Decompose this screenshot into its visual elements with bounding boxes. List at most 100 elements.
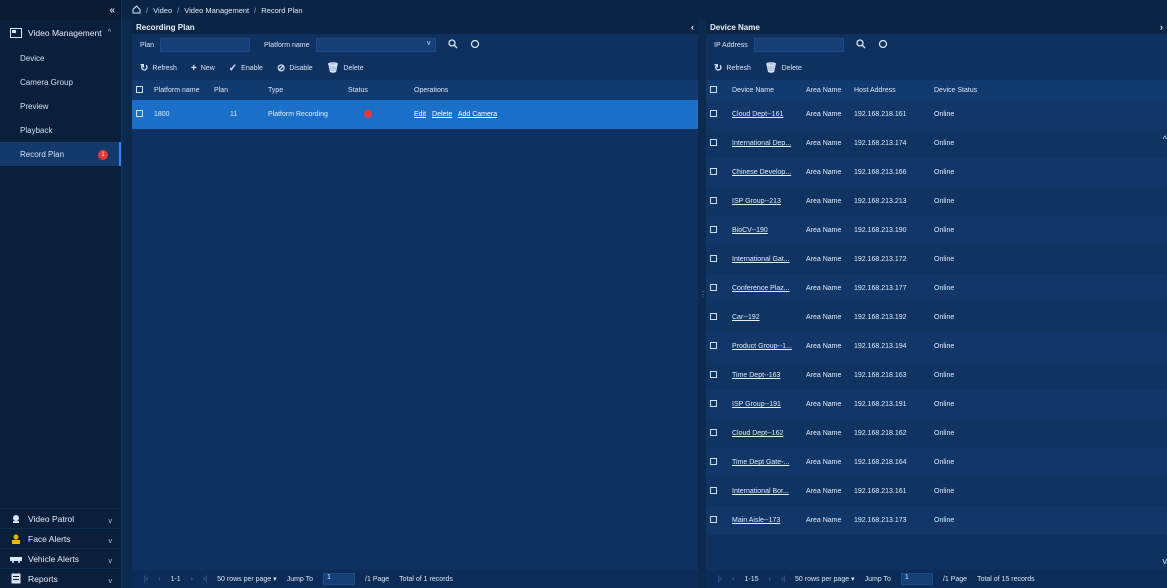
sidebar-item-preview[interactable]: Preview [0,94,121,118]
rows-per-page-select[interactable]: 50 rows per page ▾ [217,575,277,583]
scroll-up-icon[interactable]: ^ [1163,134,1167,144]
sidebar-item-record-plan[interactable]: Record Plan 1 [0,142,121,166]
sidebar-group-vehicle-alerts[interactable]: Vehicle Alerts v [0,548,122,568]
device-name-link[interactable]: International Gat... [732,256,790,263]
table-row[interactable]: Product Group--1... Area Name 192.168.213.… [706,332,1167,361]
table-row[interactable]: International Gat... Area Name 192.168.213… [706,245,1167,274]
collapse-sidebar-icon[interactable]: « [109,5,115,16]
table-row[interactable]: Chinese Develop... Area Name 192.168.213.1… [706,158,1167,187]
reset-icon[interactable] [470,39,480,52]
device-name-link[interactable]: Chinese Develop... [732,169,791,176]
scroll-down-icon[interactable]: v [1163,556,1167,566]
device-name-link[interactable]: ISP Group--191 [732,401,781,408]
disable-button[interactable]: ⊘ Disable [277,63,313,74]
row-checkbox-cell[interactable] [706,506,728,535]
device-name-link[interactable]: Cloud Dept--161 [732,111,783,118]
row-checkbox-cell[interactable] [706,158,728,187]
row-checkbox-cell[interactable] [706,187,728,216]
table-row[interactable]: Time Dept--163 Area Name 192.168.218.163 On… [706,361,1167,390]
row-checkbox-cell[interactable] [706,274,728,303]
next-page-button[interactable]: › [769,576,771,583]
row-checkbox-cell[interactable] [706,332,728,361]
table-row[interactable]: Cloud Dept--161 Area Name 192.168.218.161 O… [706,100,1167,129]
row-checkbox-cell[interactable] [706,216,728,245]
row-checkbox[interactable] [710,458,717,465]
prev-page-button[interactable]: ‹ [732,576,734,583]
table-row[interactable]: International Dep... Area Name 192.168.213… [706,129,1167,158]
device-name-link[interactable]: BioCV--190 [732,227,768,234]
row-checkbox-cell[interactable] [706,390,728,419]
rows-per-page-select[interactable]: 50 rows per page ▾ [795,575,855,583]
device-name-link[interactable]: International Dep... [732,140,791,147]
expand-right-icon[interactable]: › [1160,22,1163,32]
collapse-left-icon[interactable]: ‹ [691,22,694,32]
sidebar-item-camera-group[interactable]: Camera Group [0,70,121,94]
device-name-link[interactable]: Car--192 [732,314,760,321]
select-all-checkbox-cell[interactable] [132,80,150,100]
row-checkbox-cell[interactable] [706,419,728,448]
jump-input[interactable]: 1 [900,573,933,585]
table-row[interactable]: 1800 11 Platform Recording Edit Delete A… [132,100,698,129]
row-checkbox[interactable] [710,313,717,320]
row-checkbox-cell[interactable] [706,303,728,332]
table-row[interactable]: Time Dept Gate-... Area Name 192.168.218.1… [706,448,1167,477]
row-checkbox[interactable] [710,168,717,175]
panel-divider-handle[interactable]: ⋮ [699,290,707,314]
row-checkbox[interactable] [710,371,717,378]
sidebar-item-playback[interactable]: Playback [0,118,121,142]
row-checkbox[interactable] [710,226,717,233]
sidebar-group-video-management[interactable]: Video Management ^ [0,20,121,46]
refresh-button[interactable]: ↻ Refresh [714,63,751,74]
table-row[interactable]: BioCV--190 Area Name 192.168.213.190 Online [706,216,1167,245]
jump-input[interactable]: 1 [323,573,356,585]
platform-name-select[interactable]: v [315,38,436,52]
device-name-link[interactable]: Time Dept Gate-... [732,459,789,466]
table-row[interactable]: Conference Plaz... Area Name 192.168.213.1… [706,274,1167,303]
row-checkbox[interactable] [710,342,717,349]
edit-link[interactable]: Edit [414,111,426,118]
search-icon[interactable] [856,38,866,52]
ip-address-input[interactable] [753,38,844,52]
delete-button[interactable]: 🗑 Delete [765,63,802,74]
device-name-link[interactable]: Product Group--1... [732,343,792,350]
row-checkbox[interactable] [710,255,717,262]
table-row[interactable]: International Bor... Area Name 192.168.213… [706,477,1167,506]
delete-button[interactable]: 🗑 Delete [327,63,364,74]
next-page-button[interactable]: › [191,576,193,583]
table-row[interactable]: Cloud Dept--162 Area Name 192.168.218.162 O… [706,419,1167,448]
row-checkbox[interactable] [710,197,717,204]
row-checkbox-cell[interactable] [706,448,728,477]
row-checkbox[interactable] [136,110,143,117]
sidebar-group-face-alerts[interactable]: Face Alerts v [0,528,122,548]
refresh-button[interactable]: ↻ Refresh [140,63,177,74]
select-all-checkbox[interactable] [710,85,717,93]
row-checkbox[interactable] [710,400,717,407]
sidebar-group-video-patrol[interactable]: Video Patrol v [0,508,122,528]
last-page-button[interactable]: ›| [781,576,785,583]
home-icon[interactable] [132,4,141,16]
table-row[interactable]: Car--192 Area Name 192.168.213.192 Online [706,303,1167,332]
device-name-link[interactable]: ISP Group--213 [732,198,781,205]
new-button[interactable]: + New [191,63,215,74]
prev-page-button[interactable]: ‹ [158,576,160,583]
sidebar-item-device[interactable]: Device [0,46,121,70]
breadcrumb-item[interactable]: Video [153,6,172,15]
row-checkbox[interactable] [710,487,717,494]
plan-input[interactable] [160,38,251,52]
enable-button[interactable]: ✓ Enable [229,63,263,74]
device-name-link[interactable]: International Bor... [732,488,789,495]
breadcrumb-item[interactable]: Video Management [184,6,249,15]
row-checkbox[interactable] [710,139,717,146]
first-page-button[interactable]: |‹ [718,576,722,583]
table-row[interactable]: Main Aisle--173 Area Name 192.168.213.173 O… [706,506,1167,535]
reset-icon[interactable] [878,39,888,52]
first-page-button[interactable]: |‹ [144,576,148,583]
row-checkbox-cell[interactable] [706,361,728,390]
row-checkbox-cell[interactable] [706,100,728,129]
table-row[interactable]: ISP Group--213 Area Name 192.168.213.213 On… [706,187,1167,216]
row-checkbox-cell[interactable] [132,100,150,129]
device-name-link[interactable]: Cloud Dept--162 [732,430,783,437]
sidebar-group-reports[interactable]: Reports v [0,568,122,588]
add-camera-link[interactable]: Add Camera [458,111,497,118]
row-checkbox-cell[interactable] [706,477,728,506]
